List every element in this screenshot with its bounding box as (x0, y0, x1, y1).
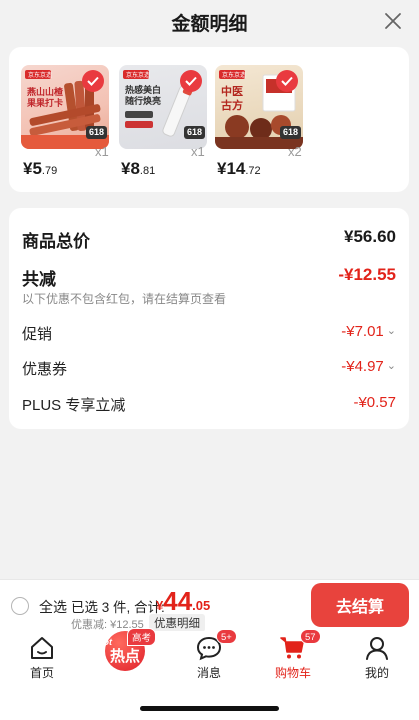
promo-value-wrap: -¥7.01 ⌄ (341, 323, 396, 340)
brand-logo-text: 京东京造 (126, 71, 150, 79)
user-icon (366, 637, 388, 660)
total-reduce-label: 共减 (22, 270, 56, 289)
product-qty: x1 (191, 144, 205, 159)
messages-badge: 5+ (216, 629, 237, 644)
product-price: ¥5.79 (23, 159, 58, 178)
promo-badge: 618 (279, 126, 301, 139)
coupon-value-wrap: -¥4.97 ⌄ (341, 358, 396, 375)
tab-home-label: 首页 (29, 666, 54, 680)
coupon-label: 优惠券 (22, 361, 68, 378)
tab-mine[interactable]: 我的 (342, 631, 412, 681)
product-item[interactable]: 燕山山楂 果果打卡 京东京造 618 ¥5.79 (21, 65, 111, 178)
total-amount: ¥44.05 (156, 586, 211, 616)
check-icon (180, 70, 202, 92)
check-icon (82, 70, 104, 92)
promo-badge: 618 (183, 126, 205, 139)
product-image: 京东京造 热感美白 随行焕亮 618 (119, 65, 207, 149)
product-image: 燕山山楂 果果打卡 京东京造 618 (21, 65, 109, 149)
tab-cart-label: 购物车 (274, 666, 311, 680)
page-title: 金额明细 (171, 14, 248, 35)
product-image-text: 燕山山楂 (27, 86, 64, 97)
product-qty: x2 (288, 144, 302, 159)
promo-badge: 618 (85, 126, 107, 139)
product-image-text: 古方 (221, 98, 243, 112)
product-image: 京东京造 中医 古方 618 (215, 65, 303, 149)
product-price: ¥8.81 (121, 159, 156, 178)
goods-total-label: 商品总价 (22, 232, 90, 251)
price-summary-card: 商品总价 ¥56.60 共减 -¥12.55 以下优惠不包含红包，请在结算页查看… (9, 208, 409, 429)
hot-tag: Hot (97, 637, 112, 647)
cart-badge: 57 (300, 629, 321, 644)
product-image-text: 果果打卡 (26, 97, 63, 108)
discount-detail-link[interactable]: 优惠明细 (149, 614, 205, 632)
promo-label: 促销 (22, 326, 53, 343)
tab-messages-label: 消息 (196, 666, 221, 680)
product-item[interactable]: 京东京造 中医 古方 618 ¥14.72 (215, 65, 305, 178)
plus-value: -¥0.57 (353, 394, 396, 411)
header: 金额明细 (0, 0, 419, 46)
coupon-value: -¥4.97 (341, 358, 384, 375)
gaokao-badge: 高考 (127, 628, 157, 646)
product-qty: x1 (95, 144, 109, 159)
product-image-text: 随行焕亮 (125, 95, 161, 106)
product-image-text: 中医 (221, 84, 243, 98)
product-price: ¥14.72 (217, 159, 261, 178)
promo-value: -¥7.01 (341, 323, 384, 340)
product-image-text: 热感美白 (125, 84, 161, 95)
brand-logo-text: 京东京造 (222, 71, 246, 79)
discount-note: 以下优惠不包含红包，请在结算页查看 (22, 292, 227, 306)
hot-label: 热点 (109, 647, 140, 665)
home-icon (31, 637, 53, 659)
tab-home[interactable]: 首页 (7, 631, 77, 681)
tab-mine-label: 我的 (364, 666, 389, 680)
plus-label: PLUS 专享立减 (22, 397, 126, 414)
check-icon (276, 70, 298, 92)
products-card: 燕山山楂 果果打卡 京东京造 618 ¥5.79 x1 京东京造 热感美白 随行… (9, 47, 409, 192)
tab-cart[interactable]: 57 购物车 (258, 629, 328, 681)
select-all-radio[interactable] (11, 597, 29, 615)
home-indicator (140, 706, 279, 711)
selected-count-text: 已选 3 件, 合计: (71, 600, 165, 615)
chevron-down-icon: ⌄ (386, 360, 396, 372)
checkout-button[interactable]: 去结算 (311, 583, 409, 627)
goods-total-value: ¥56.60 (344, 227, 396, 246)
product-item[interactable]: 京东京造 热感美白 随行焕亮 618 ¥8.81 (119, 65, 209, 178)
total-reduce-value: -¥12.55 (338, 265, 396, 284)
brand-logo-text: 京东京造 (28, 71, 52, 79)
chevron-down-icon: ⌄ (386, 325, 396, 337)
close-icon[interactable] (383, 11, 403, 31)
tab-messages[interactable]: 5+ 消息 (174, 629, 244, 681)
tab-hot[interactable]: 热点 Hot 高考 (91, 628, 161, 681)
checkout-bar: 全选 已选 3 件, 合计: ¥44.05 优惠减: ¥12.55 优惠明细 去… (0, 579, 419, 632)
select-all-label[interactable]: 全选 (39, 597, 67, 617)
